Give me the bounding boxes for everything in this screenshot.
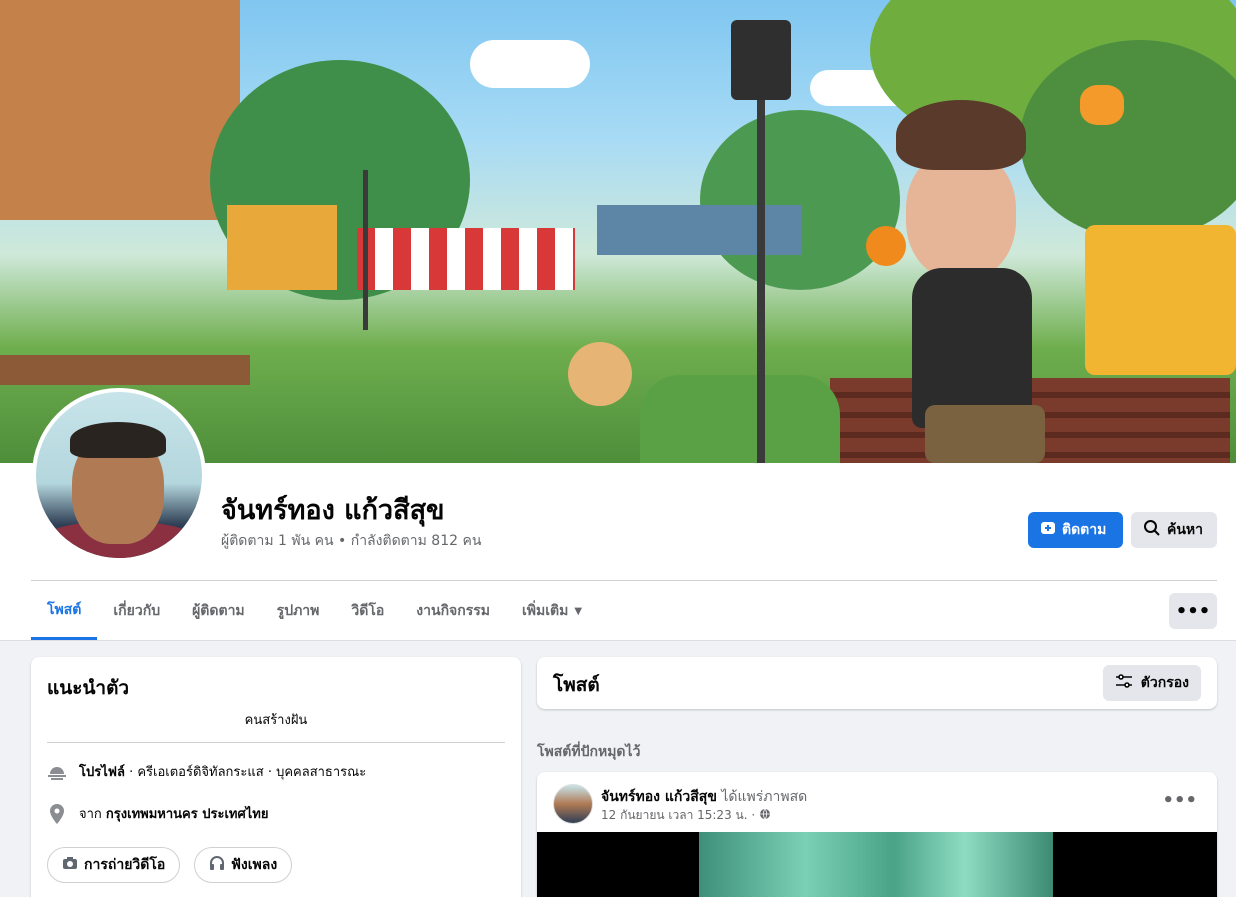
search-button[interactable]: ค้นหา [1131,512,1217,548]
cover-photo[interactable] [0,0,1236,463]
tab-about[interactable]: เกี่ยวกับ [97,582,176,640]
add-follow-icon [1040,520,1056,540]
post-header: จันทร์ทอง แก้วสีสุข ได้แพร่ภาพสด [601,786,807,808]
character-shirt [912,268,1032,428]
post-author-name[interactable]: จันทร์ทอง แก้วสีสุข [601,789,717,805]
flower [866,226,906,266]
food-truck [1085,225,1236,375]
character-pants [925,405,1045,463]
roof [597,205,802,255]
sunrise-icon [47,762,67,782]
profile-tabs: โพสต์ เกี่ยวกับ ผู้ติดตาม รูปภาพ วิดีโอ … [31,582,598,640]
profile-name: จันทร์ทอง แก้วสีสุข [221,495,445,526]
shelf [0,355,250,385]
video-frame [699,832,1053,897]
tab-more-label: เพิ่มเติม [522,603,569,619]
tab-photos[interactable]: รูปภาพ [261,582,336,640]
profile-type-label: โปรไฟล์ [79,765,125,780]
location-link[interactable]: กรุงเทพมหานคร ประเทศไทย [106,807,269,822]
cloud [470,40,590,88]
left-building [0,0,240,220]
post-author-avatar[interactable] [553,784,593,824]
hobby-chip-music[interactable]: ฟังเพลง [194,847,293,883]
header-divider [31,580,1217,581]
post-video[interactable] [537,832,1217,897]
follow-button[interactable]: ติดตาม [1028,512,1123,548]
filter-button[interactable]: ตัวกรอง [1102,665,1201,701]
location-prefix: จาก [79,807,106,822]
striped-awning [357,228,575,290]
post-more-button[interactable]: ••• [1162,790,1197,811]
post-meta: 12 กันยายน เวลา 15:23 น. · [601,806,771,825]
headphones-icon [209,855,225,875]
tab-events[interactable]: งานกิจกรรม [400,582,506,640]
intro-bio: คนสร้างฝัน [47,709,505,743]
profile-avatar[interactable] [32,388,206,562]
hobby-chip-label: การถ่ายวิดีโอ [84,857,166,873]
tab-more[interactable]: เพิ่มเติม ▼ [506,582,598,640]
globe-icon [759,808,771,823]
bush [640,375,840,463]
posts-title: โพสต์ [553,674,600,696]
lamp-post [363,170,368,330]
hobby-chip-label: ฟังเพลง [231,857,278,873]
butterfly [1080,85,1124,125]
post-action-text: ได้แพร่ภาพสด [716,789,808,805]
ball-ornament [568,342,632,406]
tab-videos[interactable]: วิดีโอ [335,582,400,640]
filter-sliders-icon [1115,674,1133,692]
intro-location: จาก กรุงเทพมหานคร ประเทศไทย [47,803,268,824]
caret-down-icon: ▼ [574,605,583,617]
camera-icon [62,856,78,874]
location-pin-icon [47,803,67,824]
search-icon [1143,519,1161,541]
tab-followers[interactable]: ผู้ติดตาม [176,582,261,640]
filter-label: ตัวกรอง [1140,675,1189,691]
more-options-button[interactable]: ••• [1169,593,1217,629]
profile-type-detail: · ครีเอเตอร์ดิจิทัลกระแส · บุคคลสาธารณะ [124,765,367,780]
pinned-posts-label: โพสต์ที่ปักหมุดไว้ [537,744,641,760]
character-hair [896,100,1026,170]
posts-header-card: โพสต์ ตัวกรอง [537,657,1217,709]
intro-profile-type: โปรไฟล์ · ครีเอเตอร์ดิจิทัลกระแส · บุคคล… [47,761,366,782]
yellow-awning [227,205,337,290]
tree [1020,40,1236,240]
hobby-chip-video[interactable]: การถ่ายวิดีโอ [47,847,181,883]
tab-posts[interactable]: โพสต์ [31,582,98,640]
pinned-post-card: จันทร์ทอง แก้วสีสุข ได้แพร่ภาพสด 12 กันย… [537,772,1217,897]
tree [700,110,900,290]
search-label: ค้นหา [1167,522,1204,538]
avatar-hair [70,422,166,458]
lamp [731,20,791,100]
post-timestamp[interactable]: 12 กันยายน เวลา 15:23 น. · [601,806,755,825]
intro-title: แนะนำตัว [47,677,130,699]
profile-stats[interactable]: ผู้ติดตาม 1 พัน คน • กำลังติดตาม 812 คน [221,530,481,552]
follow-label: ติดตาม [1062,522,1107,538]
intro-card: แนะนำตัว คนสร้างฝัน โปรไฟล์ · ครีเอเตอร์… [31,657,521,897]
lamp-post [757,60,765,463]
